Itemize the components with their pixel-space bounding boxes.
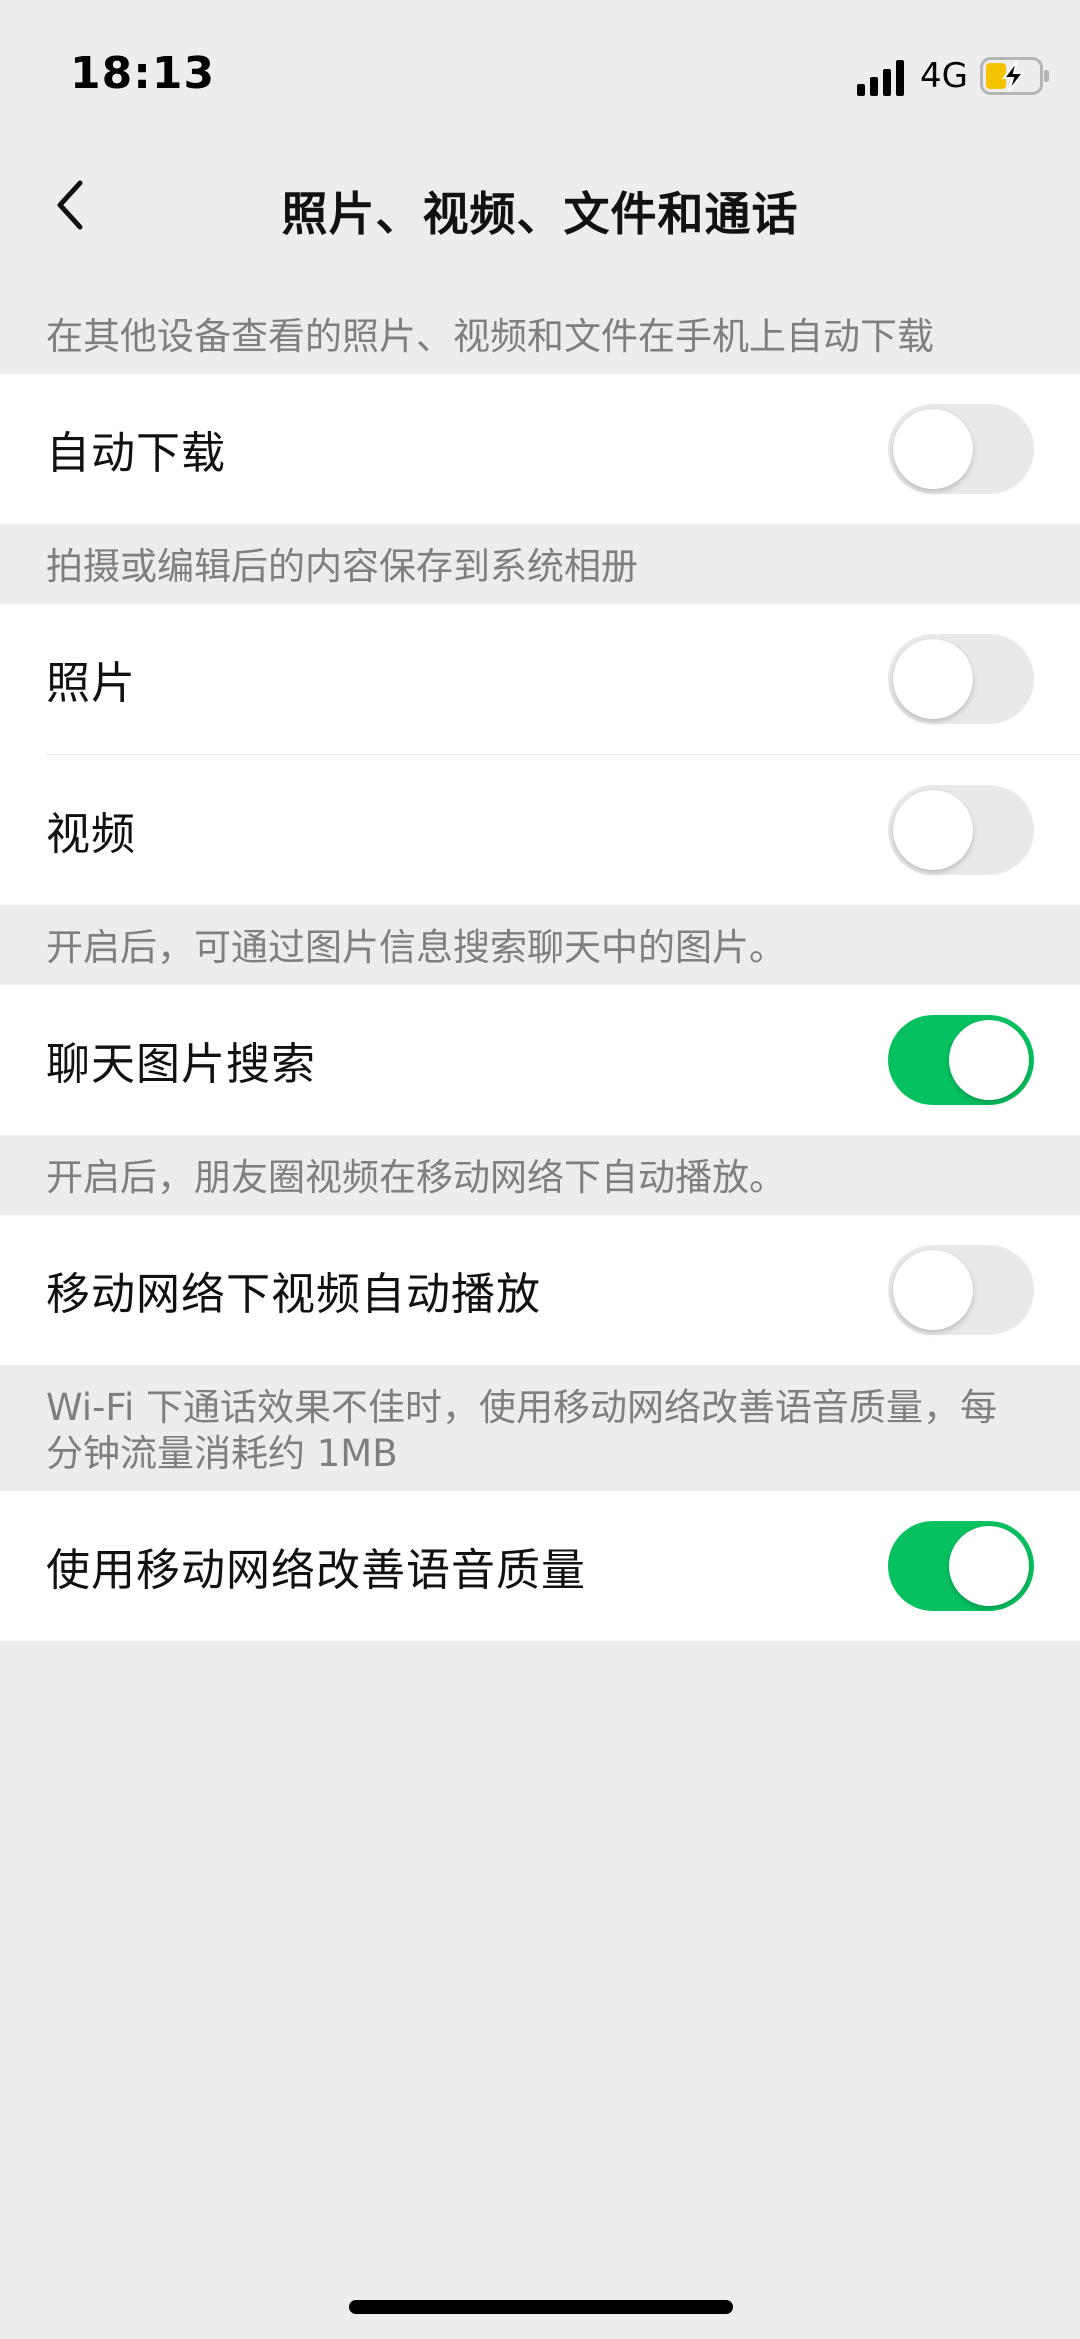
setting-row-auto-download[interactable]: 自动下载 xyxy=(0,374,1080,524)
improve-voice-quality-toggle[interactable] xyxy=(888,1521,1034,1611)
page-title: 照片、视频、文件和通话 xyxy=(281,187,799,241)
settings-group-voice-quality: 使用移动网络改善语音质量 xyxy=(0,1491,1080,1641)
settings-group-save-to-album: 照片 视频 xyxy=(0,604,1080,905)
status-time: 18:13 xyxy=(70,48,216,99)
save-photos-toggle[interactable] xyxy=(888,634,1034,724)
settings-group-video-autoplay: 移动网络下视频自动播放 xyxy=(0,1215,1080,1365)
network-type-label: 4G xyxy=(920,56,968,96)
toggle-knob xyxy=(893,1250,973,1330)
section-caption-video-autoplay: 开启后，朋友圈视频在移动网络下自动播放。 xyxy=(46,1156,786,1199)
section-caption-image-search: 开启后，可通过图片信息搜索聊天中的图片。 xyxy=(46,926,786,969)
settings-group-image-search: 聊天图片搜索 xyxy=(0,985,1080,1135)
signal-icon xyxy=(857,60,904,96)
mobile-video-autoplay-toggle[interactable] xyxy=(888,1245,1034,1335)
setting-row-improve-voice-quality[interactable]: 使用移动网络改善语音质量 xyxy=(0,1491,1080,1641)
toggle-knob xyxy=(893,790,973,870)
chat-image-search-toggle[interactable] xyxy=(888,1015,1034,1105)
section-caption-voice-quality: Wi-Fi 下通话效果不佳时，使用移动网络改善语音质量，每分钟流量消耗约 1MB xyxy=(46,1386,998,1475)
setting-label: 自动下载 xyxy=(46,428,226,479)
auto-download-toggle[interactable] xyxy=(888,404,1034,494)
section-caption-save-to-album: 拍摄或编辑后的内容保存到系统相册 xyxy=(46,545,638,588)
toggle-knob xyxy=(893,409,973,489)
toggle-knob xyxy=(949,1020,1029,1100)
settings-screen: 18:13 4G 照片、视频、文件和通话 在其他设备查看的照片、视频和文件在手机… xyxy=(0,0,1080,2339)
navigation-bar: 照片、视频、文件和通话 xyxy=(0,140,1080,270)
setting-label: 照片 xyxy=(46,658,136,709)
setting-row-mobile-video-autoplay[interactable]: 移动网络下视频自动播放 xyxy=(0,1215,1080,1365)
setting-label: 视频 xyxy=(46,809,136,860)
setting-label: 移动网络下视频自动播放 xyxy=(46,1269,541,1320)
setting-label: 聊天图片搜索 xyxy=(46,1039,316,1090)
status-bar: 18:13 4G xyxy=(0,0,1080,140)
home-indicator xyxy=(349,2300,733,2314)
setting-label: 使用移动网络改善语音质量 xyxy=(46,1545,586,1596)
save-videos-toggle[interactable] xyxy=(888,785,1034,875)
setting-row-photos[interactable]: 照片 xyxy=(0,604,1080,754)
setting-row-videos[interactable]: 视频 xyxy=(0,755,1080,905)
section-caption-auto-download: 在其他设备查看的照片、视频和文件在手机上自动下载 xyxy=(46,315,934,358)
setting-row-chat-image-search[interactable]: 聊天图片搜索 xyxy=(0,985,1080,1135)
battery-charging-icon xyxy=(980,57,1049,95)
settings-list: 在其他设备查看的照片、视频和文件在手机上自动下载 自动下载 拍摄或编辑后的内容保… xyxy=(0,300,1080,1641)
toggle-knob xyxy=(949,1526,1029,1606)
settings-group-auto-download: 自动下载 xyxy=(0,374,1080,524)
toggle-knob xyxy=(893,639,973,719)
